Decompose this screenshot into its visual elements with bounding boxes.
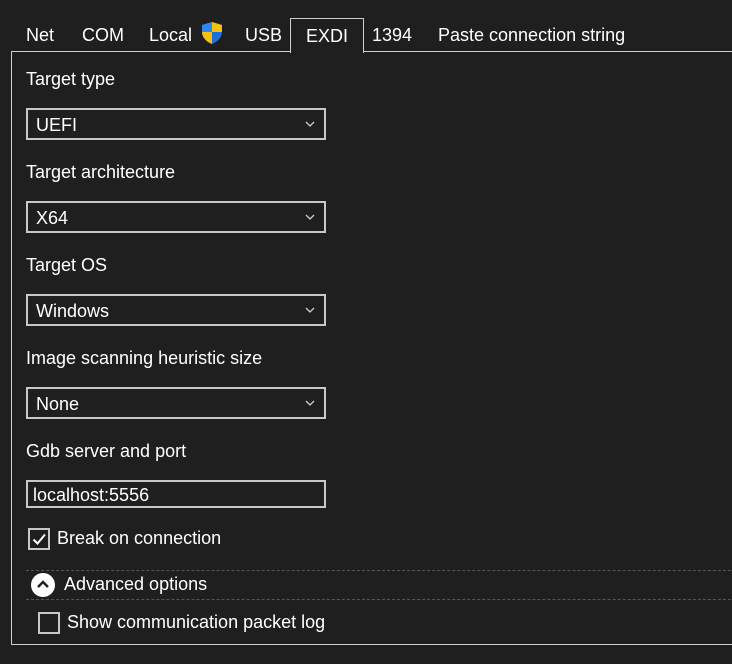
target-type-value: UEFI xyxy=(36,115,78,135)
heuristic-size-value: None xyxy=(36,394,80,414)
heuristic-size-select[interactable]: None xyxy=(26,387,326,419)
tab-paste-connection-string[interactable]: Paste connection string xyxy=(438,18,625,52)
advanced-options-label: Advanced options xyxy=(64,574,208,594)
gdb-server-input[interactable]: localhost:5556 xyxy=(26,480,326,508)
connection-tabs: Net COM Local USB EXDI 1394 Paste connec… xyxy=(0,18,732,53)
advanced-options-expander[interactable]: Advanced options xyxy=(26,570,732,600)
break-on-connection-label: Break on connection xyxy=(57,528,222,548)
tab-1394[interactable]: 1394 xyxy=(372,18,412,52)
connection-dialog: Net COM Local USB EXDI 1394 Paste connec… xyxy=(0,0,732,664)
show-packet-log-checkbox[interactable] xyxy=(38,612,60,634)
gdb-server-value: localhost:5556 xyxy=(33,485,150,505)
heuristic-size-label: Image scanning heuristic size xyxy=(26,348,263,368)
tab-net[interactable]: Net xyxy=(26,18,54,52)
tab-exdi[interactable]: EXDI xyxy=(290,18,365,53)
target-os-value: Windows xyxy=(36,301,110,321)
uac-shield-icon xyxy=(201,21,223,45)
target-architecture-label: Target architecture xyxy=(26,162,176,182)
chevron-down-icon xyxy=(305,214,315,220)
break-on-connection-checkbox[interactable] xyxy=(28,528,50,550)
tab-local-label: Local xyxy=(149,25,193,45)
target-architecture-value: X64 xyxy=(36,208,69,228)
tab-local[interactable]: Local xyxy=(149,18,223,52)
chevron-down-icon xyxy=(305,121,315,127)
gdb-server-label: Gdb server and port xyxy=(26,441,187,461)
tab-usb[interactable]: USB xyxy=(245,18,282,52)
tab-com[interactable]: COM xyxy=(82,18,124,52)
target-type-label: Target type xyxy=(26,69,116,89)
chevron-down-icon xyxy=(305,400,315,406)
exdi-panel: Target type UEFI Target architecture X64… xyxy=(11,51,732,645)
target-os-label: Target OS xyxy=(26,255,108,275)
chevron-down-icon xyxy=(305,307,315,313)
show-packet-log-label: Show communication packet log xyxy=(67,612,326,632)
target-architecture-select[interactable]: X64 xyxy=(26,201,326,233)
target-type-select[interactable]: UEFI xyxy=(26,108,326,140)
checkmark-icon xyxy=(32,533,46,545)
chevron-up-circle-icon xyxy=(31,573,55,597)
target-os-select[interactable]: Windows xyxy=(26,294,326,326)
